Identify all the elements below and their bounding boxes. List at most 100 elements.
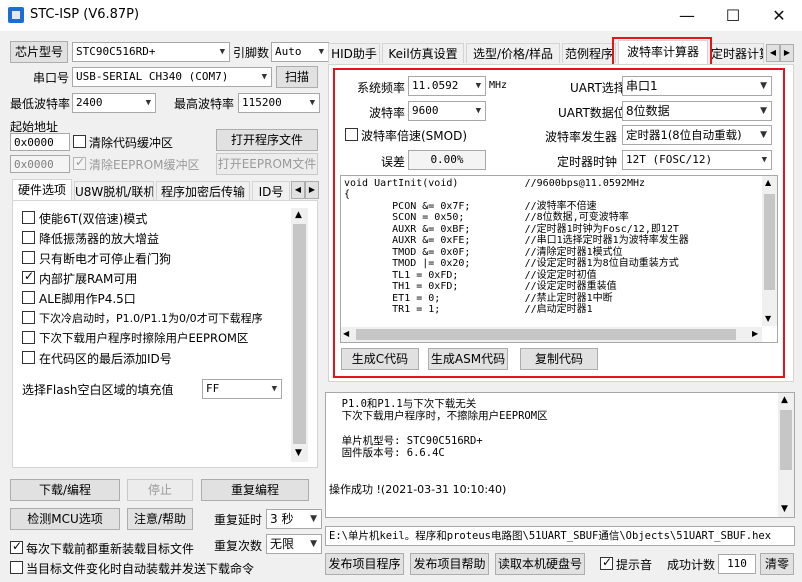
timer-clock-select[interactable]: 12T (FOSC/12) ▼ [622,150,772,170]
open-program-button[interactable]: 打开程序文件 [216,129,318,151]
tab-examples[interactable]: 范例程序 [562,43,616,63]
option-label-4: ALE脚用作P4.5口 [39,292,136,306]
success-count-label: 成功计数 [667,558,716,572]
auto-load-checkbox[interactable] [10,561,23,574]
port-select[interactable]: USB-SERIAL CH340 (COM7) ▼ [72,67,272,87]
right-tab-scroll-left[interactable]: ◀ [766,44,780,62]
option-label-0: 使能6T(双倍速)模式 [39,212,148,226]
scroll-left-icon[interactable]: ◀ [343,329,349,338]
tab-id[interactable]: ID号 [252,181,290,201]
generate-asm-button[interactable]: 生成ASM代码 [428,348,508,370]
clear-eeprom-checkbox[interactable] [73,155,86,170]
publish-program-button[interactable]: 发布项目程序 [325,553,404,575]
clear-code-checkbox[interactable] [73,135,86,148]
tab-keil-settings[interactable]: Keil仿真设置 [382,43,464,63]
copy-code-button[interactable]: 复制代码 [520,348,598,370]
chevron-down-icon: ▼ [310,514,317,524]
min-baud-value: 2400 [76,96,103,109]
scroll-up-icon[interactable]: ▲ [295,210,302,220]
min-baud-select[interactable]: 2400 ▼ [72,93,156,113]
option-checkbox-4[interactable] [22,291,35,304]
code-hscroll-thumb[interactable] [356,329,736,340]
option-checkbox-7[interactable] [22,351,35,364]
code-scroll-thumb[interactable] [764,194,775,290]
timer-clock-value: 12T (FOSC/12) [626,153,713,166]
open-eeprom-button[interactable]: 打开EEPROM文件 [216,153,318,175]
baud-generator-value: 定时器1(8位自动重载) [626,128,742,142]
maximize-button[interactable]: ☐ [710,0,756,31]
code-line: { [344,189,351,200]
scroll-down-icon[interactable]: ▼ [295,448,302,458]
tab-hid-assistant[interactable]: HID助手 [328,43,380,63]
uart-select[interactable]: 串口1 ▼ [622,76,772,96]
system-frequency-select[interactable]: 11.0592 ▼ [408,76,486,96]
chevron-down-icon: ▼ [145,98,151,108]
chip-model-select[interactable]: STC90C516RD+ ▼ [72,42,230,62]
scroll-right-icon[interactable]: ▶ [752,329,758,338]
auto-load-label: 当目标文件变化时自动装载并发送下载命令 [26,562,255,576]
minimize-button[interactable]: — [664,0,710,31]
hex-file-path[interactable]: E:\单片机keil。程序和proteus电路图\51UART_SBUF通信\O… [325,526,795,546]
log-line: 固件版本号: 6.6.4C [329,447,445,459]
option-label-2: 只有断电才可停止看门狗 [39,252,172,266]
option-checkbox-2[interactable] [22,251,35,264]
smod-checkbox[interactable] [345,128,358,141]
reload-before-download-checkbox[interactable] [10,539,23,554]
options-scroll-thumb[interactable] [293,224,306,444]
chevron-down-icon: ▼ [309,98,315,108]
eeprom-address-input[interactable]: 0x0000 [10,155,70,173]
code-line: TR1 = 1; //启动定时器1 [344,304,593,315]
reload-before-download-label: 每次下载前都重新装载目标文件 [26,542,195,556]
option-checkbox-3[interactable] [22,269,35,284]
beep-checkbox[interactable] [600,555,613,570]
notice-help-button[interactable]: 注意/帮助 [127,508,193,530]
tab-scroll-left[interactable]: ◀ [291,181,305,199]
download-program-button[interactable]: 下载/编程 [10,479,120,501]
max-baud-select[interactable]: 115200 ▼ [238,93,320,113]
log-line: 下次下载用户程序时，不擦除用户EEPROM区 [329,410,548,422]
tab-encrypt[interactable]: 程序加密后传输 [156,181,250,201]
chip-model-button[interactable]: 芯片型号 [10,41,68,63]
generate-c-button[interactable]: 生成C代码 [341,348,419,370]
pin-count-select[interactable]: Auto ▼ [271,42,329,62]
clear-count-button[interactable]: 清零 [760,553,794,575]
tab-selection-price[interactable]: 选型/价格/样品 [466,43,560,63]
repeat-delay-select[interactable]: 3 秒 ▼ [266,509,322,529]
scroll-down-icon[interactable]: ▼ [781,504,788,514]
tab-u8w[interactable]: U8W脱机/联机 [74,181,154,201]
uart-data-bits-select[interactable]: 8位数据 ▼ [622,101,772,121]
option-checkbox-0[interactable] [22,211,35,224]
log-scroll-thumb[interactable] [780,410,792,470]
chevron-down-icon: ▼ [318,47,324,57]
smod-label: 波特率倍速(SMOD) [361,129,468,143]
tab-scroll-right[interactable]: ▶ [305,181,319,199]
code-line: TL1 = 0xFD; //设定定时初值 [344,270,597,281]
close-button[interactable]: ✕ [756,0,802,31]
tab-timer-calculator[interactable]: 定时器计算 [710,43,764,63]
option-checkbox-5[interactable] [22,311,35,324]
baud-generator-select[interactable]: 定时器1(8位自动重载) ▼ [622,125,772,145]
uart-data-bits-label: UART数据位 [558,106,626,120]
code-line: PCON &= 0x7F; //波特率不倍速 [344,201,597,212]
flash-fill-select[interactable]: FF ▼ [202,379,282,399]
publish-help-button[interactable]: 发布项目帮助 [410,553,489,575]
option-checkbox-1[interactable] [22,231,35,244]
baud-rate-select[interactable]: 9600 ▼ [408,101,486,121]
scroll-down-icon[interactable]: ▼ [765,314,771,323]
tab-hardware-options[interactable]: 硬件选项 [12,179,72,201]
right-tab-scroll-right[interactable]: ▶ [780,44,794,62]
code-line: TMOD |= 0x20; //设定定时器1为8位自动重装方式 [344,258,679,269]
code-address-input[interactable]: 0x0000 [10,133,70,151]
repeat-program-button[interactable]: 重复编程 [201,479,309,501]
chevron-down-icon: ▼ [261,72,267,82]
scan-button[interactable]: 扫描 [276,66,318,88]
pin-count-label: 引脚数 [233,46,270,60]
repeat-count-select[interactable]: 无限 ▼ [266,534,322,554]
code-line: void UartInit(void) //9600bps@11.0592MHz [344,178,646,189]
stop-button[interactable]: 停止 [127,479,193,501]
option-checkbox-6[interactable] [22,331,35,344]
detect-mcu-button[interactable]: 检测MCU选项 [10,508,120,530]
scroll-up-icon[interactable]: ▲ [765,178,771,187]
read-disk-id-button[interactable]: 读取本机硬盘号 [495,553,585,575]
scroll-up-icon[interactable]: ▲ [781,395,788,405]
